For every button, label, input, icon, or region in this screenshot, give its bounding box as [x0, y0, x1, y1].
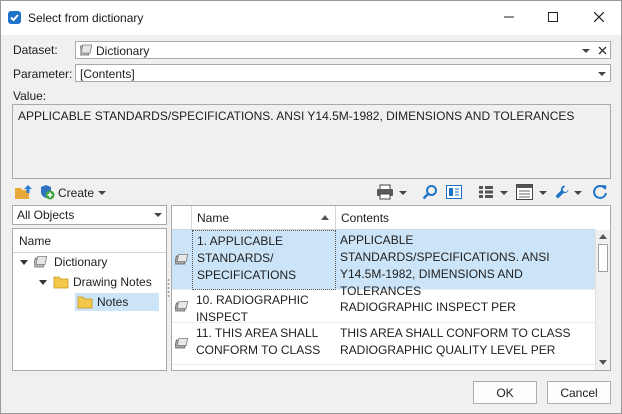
- maximize-icon: [548, 12, 558, 22]
- scroll-down-icon[interactable]: [599, 360, 607, 365]
- close-icon: [594, 12, 604, 22]
- grid-header-icon-column: [172, 206, 192, 229]
- scrollbar-thumb[interactable]: [598, 244, 608, 272]
- tree-view: Name Dictionary Drawing Notes Notes: [12, 228, 167, 371]
- parameter-dropdown-icon[interactable]: [598, 72, 606, 76]
- dataset-label: Dataset:: [13, 43, 58, 57]
- notes-grid: Name Contents 1. APPLICABLE STANDARDS/ S…: [171, 205, 611, 371]
- create-dropdown-icon[interactable]: [98, 191, 106, 195]
- table-row[interactable]: 11. THIS AREA SHALL CONFORM TO CLASS THI…: [172, 323, 595, 365]
- row-contents-cell: RADIOGRAPHIC INSPECT PER: [340, 300, 516, 314]
- parameter-select[interactable]: [Contents]: [75, 64, 611, 82]
- toolbar: Create: [12, 182, 611, 204]
- row-contents-cell: THIS AREA SHALL CONFORM TO CLASS RADIOGR…: [340, 326, 571, 357]
- row-icon-cell: [172, 290, 193, 322]
- wrench-dropdown-icon[interactable]: [574, 191, 582, 195]
- column-header-label: Name: [197, 211, 230, 225]
- cancel-button[interactable]: Cancel: [547, 381, 611, 404]
- maximize-button[interactable]: [538, 1, 568, 33]
- row-icon-cell: [172, 323, 193, 364]
- dialog-window: Select from dictionary Dataset: Dictiona…: [0, 0, 622, 414]
- tree-item-label: Drawing Notes: [73, 275, 152, 289]
- expand-icon[interactable]: [20, 259, 28, 265]
- tree-item-label: Notes: [97, 295, 129, 309]
- dataset-select[interactable]: Dictionary: [75, 41, 611, 59]
- note-icon: [175, 300, 189, 311]
- folder-up-icon[interactable]: [14, 184, 33, 200]
- title-bar[interactable]: Select from dictionary: [1, 1, 621, 35]
- create-icon[interactable]: [39, 184, 55, 200]
- note-icon: [175, 254, 189, 265]
- dataset-dropdown-icon[interactable]: [582, 49, 590, 53]
- search-icon[interactable]: [422, 184, 438, 200]
- close-button[interactable]: [584, 1, 614, 33]
- column-header-name[interactable]: Name: [192, 206, 336, 229]
- folder-icon: [77, 296, 93, 309]
- create-label[interactable]: Create: [58, 186, 94, 200]
- tree-item-dictionary[interactable]: Dictionary: [20, 253, 107, 271]
- wrench-icon[interactable]: [554, 184, 570, 200]
- dataset-value: Dictionary: [96, 44, 150, 58]
- row-name-cell: 1. APPLICABLE STANDARDS/ SPECIFICATIONS: [192, 230, 336, 290]
- minimize-button[interactable]: [494, 1, 524, 33]
- object-filter-value: All Objects: [17, 208, 75, 222]
- table-view-dropdown-icon[interactable]: [539, 191, 547, 195]
- tree-item-notes[interactable]: Notes: [75, 293, 159, 311]
- dictionary-icon: [80, 44, 93, 56]
- value-text: APPLICABLE STANDARDS/SPECIFICATIONS. ANS…: [18, 109, 575, 123]
- sort-ascending-icon: [321, 215, 329, 220]
- row-name-cell: 11. THIS AREA SHALL CONFORM TO CLASS: [196, 326, 321, 357]
- ok-button[interactable]: OK: [473, 381, 537, 404]
- print-dropdown-icon[interactable]: [399, 191, 407, 195]
- table-row[interactable]: 10. RADIOGRAPHIC INSPECT RADIOGRAPHIC IN…: [172, 290, 595, 324]
- tree-header[interactable]: Name: [13, 229, 166, 253]
- note-icon: [175, 338, 189, 349]
- minimize-icon: [504, 16, 514, 18]
- folder-icon: [53, 276, 69, 289]
- object-filter-dropdown-icon[interactable]: [154, 213, 162, 217]
- parameter-value: [Contents]: [80, 67, 135, 81]
- column-header-contents[interactable]: Contents: [336, 206, 595, 229]
- expand-icon[interactable]: [39, 279, 47, 285]
- grid-scrollbar[interactable]: [595, 230, 610, 370]
- dataset-clear-icon[interactable]: [598, 46, 607, 55]
- list-view-dropdown-icon[interactable]: [500, 191, 508, 195]
- dictionary-icon: [34, 256, 48, 268]
- scroll-up-icon[interactable]: [599, 234, 607, 239]
- panel-splitter[interactable]: [167, 277, 170, 299]
- print-icon[interactable]: [376, 184, 394, 200]
- column-header-label: Contents: [341, 211, 390, 225]
- list-view-icon[interactable]: [478, 185, 494, 199]
- grid-header: Name Contents: [172, 206, 595, 230]
- tree-item-label: Dictionary: [54, 255, 108, 269]
- row-icon-cell: [172, 230, 193, 289]
- table-view-icon[interactable]: [516, 184, 533, 200]
- value-label: Value:: [13, 89, 47, 103]
- app-icon: [8, 11, 21, 24]
- tree-item-drawing-notes[interactable]: Drawing Notes: [39, 273, 152, 291]
- value-textarea[interactable]: APPLICABLE STANDARDS/SPECIFICATIONS. ANS…: [12, 104, 611, 179]
- table-row[interactable]: 1. APPLICABLE STANDARDS/ SPECIFICATIONS …: [172, 230, 595, 298]
- preview-icon[interactable]: [446, 185, 462, 199]
- object-filter-select[interactable]: All Objects: [12, 205, 167, 225]
- window-title: Select from dictionary: [28, 11, 144, 25]
- refresh-icon[interactable]: [592, 184, 608, 200]
- tree-header-label: Name: [19, 234, 52, 248]
- parameter-label: Parameter:: [13, 67, 73, 81]
